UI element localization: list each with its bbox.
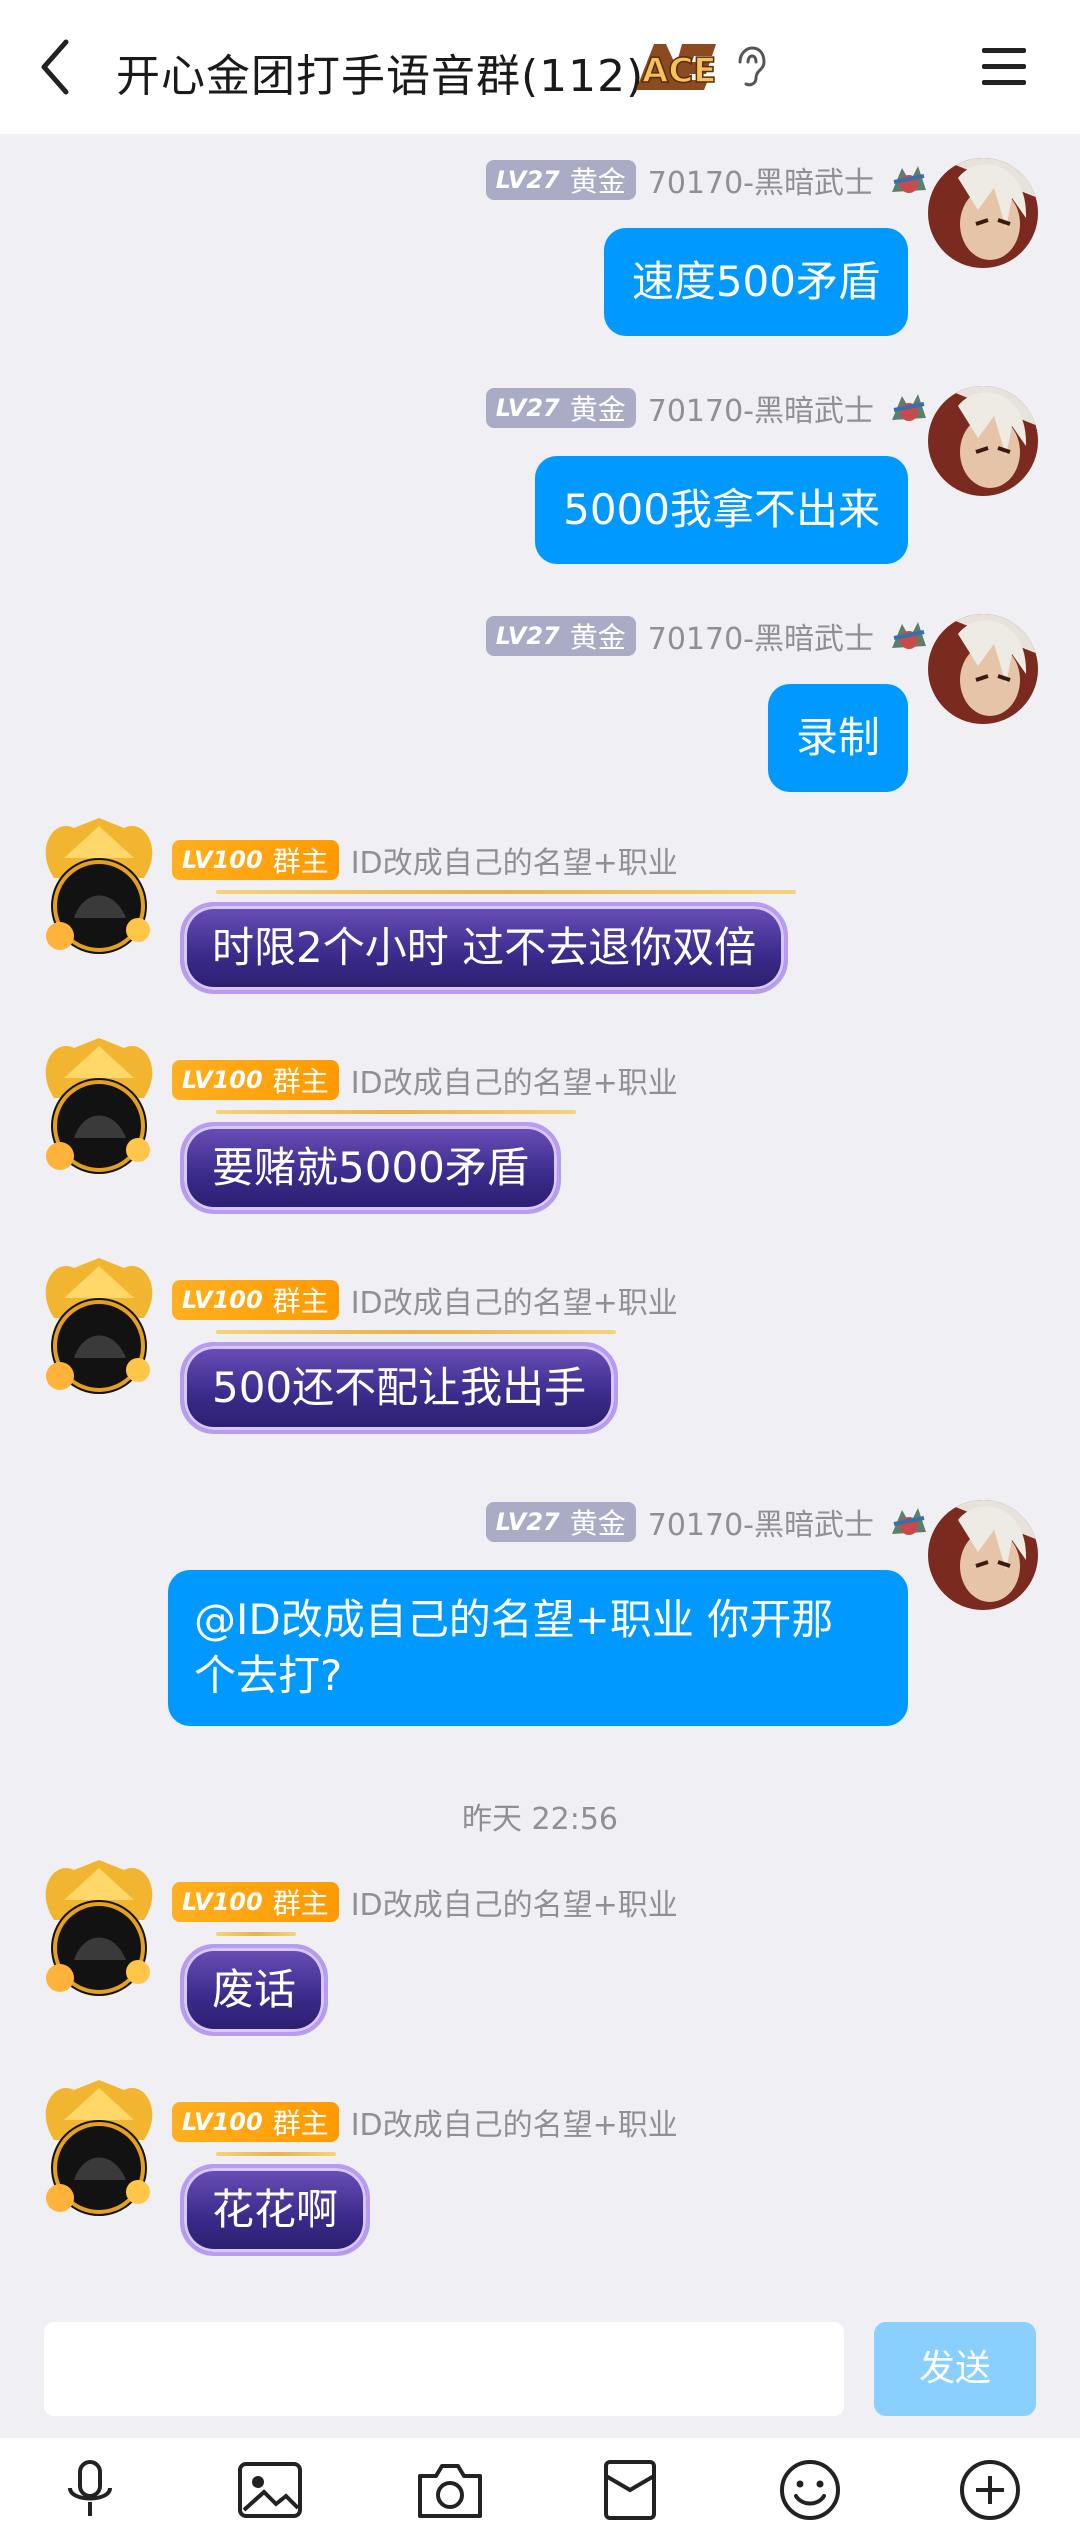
sender-name[interactable]: ID改成自己的名望+职业: [351, 1278, 678, 1322]
avatar[interactable]: [928, 158, 1038, 268]
level-badge[interactable]: LV27 黄金: [485, 388, 636, 428]
avatar[interactable]: [34, 1860, 164, 2000]
message-bubble[interactable]: 花花啊: [180, 2164, 371, 2256]
avatar[interactable]: [34, 1038, 164, 1178]
avatar[interactable]: [928, 386, 1038, 496]
menu-button[interactable]: [978, 42, 1030, 92]
decoration-line: [216, 890, 796, 894]
medal-icon: [892, 1508, 926, 1535]
message-bubble[interactable]: 5000我拿不出来: [535, 456, 908, 564]
timestamp: 昨天 22:56: [462, 1802, 618, 1837]
message-meta: LV100 群主 ID改成自己的名望+职业: [172, 1880, 678, 1924]
message-meta: LV27 黄金 70170-黑暗武士: [485, 1500, 930, 1544]
message-item: LV27 黄金 70170-黑暗武士 速度500矛盾: [0, 154, 1080, 364]
ace-text: ACE: [642, 51, 717, 91]
message-item: LV100 群主 ID改成自己的名望+职业 花花啊: [0, 2080, 1080, 2290]
avatar[interactable]: [34, 1258, 164, 1398]
red-packet-button[interactable]: [594, 2458, 666, 2522]
sender-name[interactable]: 70170-黑暗武士: [648, 614, 874, 658]
level-badge[interactable]: LV100 群主: [172, 1060, 339, 1100]
message-item: LV27 黄金 70170-黑暗武士 5000我拿不出来: [0, 382, 1080, 592]
red-packet-icon: [604, 2460, 656, 2520]
message-item: LV100 群主 ID改成自己的名望+职业 废话: [0, 1860, 1080, 2070]
menu-icon: [982, 48, 1026, 85]
medal-icon: [892, 394, 926, 421]
message-meta: LV100 群主 ID改成自己的名望+职业: [172, 1058, 678, 1102]
ear-icon[interactable]: [732, 44, 768, 90]
level-badge[interactable]: LV27 黄金: [485, 160, 636, 200]
message-meta: LV100 群主 ID改成自己的名望+职业: [172, 1278, 678, 1322]
message-meta: LV27 黄金 70170-黑暗武士: [485, 386, 930, 430]
message-item: LV100 群主 ID改成自己的名望+职业 要赌就5000矛盾: [0, 1038, 1080, 1248]
sender-name[interactable]: 70170-黑暗武士: [648, 386, 874, 430]
message-meta: LV27 黄金 70170-黑暗武士: [485, 158, 930, 202]
emoji-button[interactable]: [774, 2458, 846, 2522]
emoji-icon: [780, 2460, 840, 2520]
chat-header: 开心金团打手语音群(112) ACE: [0, 0, 1080, 134]
decoration-line: [216, 1932, 296, 1936]
message-meta: LV100 群主 ID改成自己的名望+职业: [172, 838, 678, 882]
back-button[interactable]: [30, 30, 90, 104]
message-input[interactable]: [44, 2322, 844, 2416]
sender-name[interactable]: ID改成自己的名望+职业: [351, 1880, 678, 1924]
message-bubble[interactable]: 要赌就5000矛盾: [180, 1122, 561, 1214]
medal-icon: [892, 166, 926, 193]
input-toolbar: [0, 2438, 1080, 2542]
level-badge[interactable]: LV100 群主: [172, 1280, 339, 1320]
avatar[interactable]: [928, 614, 1038, 724]
message-bubble[interactable]: 录制: [767, 684, 908, 792]
message-meta: LV100 群主 ID改成自己的名望+职业: [172, 2100, 678, 2144]
avatar[interactable]: [34, 2080, 164, 2220]
level-badge[interactable]: LV27 黄金: [485, 616, 636, 656]
level-badge[interactable]: LV100 群主: [172, 2102, 339, 2142]
sender-name[interactable]: ID改成自己的名望+职业: [351, 2100, 678, 2144]
sender-name[interactable]: ID改成自己的名望+职业: [351, 1058, 678, 1102]
message-bubble[interactable]: 500还不配让我出手: [180, 1342, 619, 1434]
message-item: LV27 黄金 70170-黑暗武士 录制: [0, 610, 1080, 820]
more-button[interactable]: [954, 2458, 1026, 2522]
image-icon: [238, 2462, 302, 2518]
send-button[interactable]: 发送: [874, 2322, 1036, 2416]
decoration-line: [216, 1330, 616, 1334]
decoration-line: [216, 1110, 576, 1114]
camera-icon: [418, 2464, 482, 2518]
level-badge[interactable]: LV100 群主: [172, 1882, 339, 1922]
voice-button[interactable]: [54, 2458, 126, 2522]
sender-name[interactable]: 70170-黑暗武士: [648, 158, 874, 202]
sender-name[interactable]: 70170-黑暗武士: [648, 1500, 874, 1544]
message-item: LV100 群主 ID改成自己的名望+职业 500还不配让我出手: [0, 1258, 1080, 1468]
message-bubble[interactable]: @ID改成自己的名望+职业 你开那 个去打?: [168, 1570, 908, 1726]
back-icon: [41, 39, 69, 95]
chat-list[interactable]: LV27 黄金 70170-黑暗武士 速度500矛盾 LV27 黄金 70170-黑…: [0, 134, 1080, 2304]
message-bubble[interactable]: 废话: [180, 1944, 329, 2036]
message-bubble[interactable]: 时限2个小时 过不去退你双倍: [180, 902, 789, 994]
camera-button[interactable]: [414, 2458, 486, 2522]
page-title[interactable]: 开心金团打手语音群(112): [116, 40, 644, 104]
microphone-icon: [68, 2460, 112, 2516]
decoration-line: [216, 2152, 336, 2156]
avatar[interactable]: [928, 1500, 1038, 1610]
ace-badge[interactable]: ACE: [632, 36, 720, 94]
medal-icon: [892, 622, 926, 649]
level-badge[interactable]: LV27 黄金: [485, 1502, 636, 1542]
composer: 发送: [0, 2304, 1080, 2438]
sender-name[interactable]: ID改成自己的名望+职业: [351, 838, 678, 882]
plus-icon: [960, 2460, 1020, 2520]
avatar[interactable]: [34, 818, 164, 958]
message-bubble[interactable]: 速度500矛盾: [603, 228, 908, 336]
image-button[interactable]: [234, 2458, 306, 2522]
message-item: LV100 群主 ID改成自己的名望+职业 时限2个小时 过不去退你双倍: [0, 818, 1080, 1028]
message-meta: LV27 黄金 70170-黑暗武士: [485, 614, 930, 658]
level-badge[interactable]: LV100 群主: [172, 840, 339, 880]
